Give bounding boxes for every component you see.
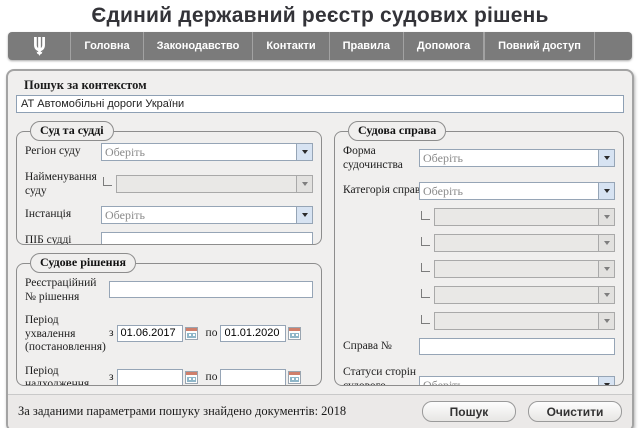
party-status-label: Статуси сторін судового процесу — [343, 364, 419, 386]
clear-button[interactable]: Очистити — [528, 401, 622, 422]
case-subcategory-select-5 — [434, 312, 615, 330]
subitem-l-icon — [103, 177, 112, 186]
case-subcategory-select-1 — [434, 208, 615, 226]
judge-name-label: ПІБ судді — [25, 232, 101, 245]
dropdown-arrow-icon — [598, 235, 614, 251]
court-name-label: Найменування суду — [25, 169, 101, 198]
nav-item-contacts[interactable]: Контакти — [253, 32, 328, 60]
row-case-category: Категорія справи Оберіть — [343, 182, 615, 200]
case-number-label: Справа № — [343, 338, 419, 355]
date-to-label: по — [206, 327, 218, 339]
row-receipt-period: Період надходження з по — [25, 363, 313, 386]
dropdown-arrow-icon — [598, 209, 614, 225]
dropdown-arrow-icon — [296, 176, 312, 192]
results-count-text: За заданими параметрами пошуку знайдено … — [18, 404, 410, 419]
calendar-icon[interactable] — [288, 371, 301, 384]
subitem-l-icon — [421, 263, 430, 272]
fieldset-case-legend: Судова справа — [348, 121, 446, 141]
row-court-instance: Інстанція Оберіть — [25, 206, 313, 224]
nav-item-rules[interactable]: Правила — [330, 32, 403, 60]
adoption-from-input[interactable] — [117, 325, 183, 342]
date-from-label: з — [109, 327, 114, 339]
nav-tail — [595, 32, 632, 60]
proceeding-form-select[interactable]: Оберіть — [419, 149, 615, 167]
row-court-region: Регіон суду Оберіть — [25, 143, 313, 161]
row-case-number: Справа № — [343, 338, 615, 355]
dropdown-arrow-icon — [296, 207, 312, 223]
fieldset-decision-legend: Судове рішення — [30, 253, 136, 273]
date-to-label: по — [206, 371, 218, 383]
row-party-status: Статуси сторін судового процесу Оберіть — [343, 364, 615, 386]
nav-item-home[interactable]: Головна — [71, 32, 142, 60]
dropdown-arrow-icon — [598, 183, 614, 199]
dropdown-arrow-icon — [598, 287, 614, 303]
fieldset-court: Суд та судді Регіон суду Оберіть Наймену… — [16, 121, 322, 245]
context-search-input[interactable] — [16, 95, 624, 113]
nav-item-full-access[interactable]: Повний доступ — [485, 32, 594, 60]
row-court-name: Найменування суду — [25, 169, 313, 198]
subitem-l-icon — [421, 211, 430, 220]
adoption-to-input[interactable] — [220, 325, 286, 342]
court-instance-label: Інстанція — [25, 206, 101, 224]
receipt-period-label: Період надходження — [25, 363, 109, 386]
case-subcategory-select-3 — [434, 260, 615, 278]
nav-item-help[interactable]: Допомога — [404, 32, 483, 60]
page-title: Єдиний державний реєстр судових рішень — [0, 0, 640, 28]
row-case-subcategory — [343, 312, 615, 330]
adoption-period-label: Період ухвалення (постановлення) — [25, 312, 109, 355]
calendar-icon[interactable] — [185, 371, 198, 384]
fieldset-decision: Судове рішення Реєстраційний № рішення П… — [16, 253, 322, 386]
court-region-select[interactable]: Оберіть — [101, 143, 313, 161]
receipt-to-input[interactable] — [220, 369, 286, 386]
party-status-select[interactable]: Оберіть — [419, 376, 615, 386]
calendar-icon[interactable] — [185, 327, 198, 340]
results-bar: За заданими параметрами пошуку знайдено … — [8, 394, 632, 428]
case-subcategory-select-2 — [434, 234, 615, 252]
dropdown-arrow-icon — [598, 261, 614, 277]
case-number-input[interactable] — [419, 338, 615, 355]
row-case-subcategory — [343, 286, 615, 304]
nav-item-legislation[interactable]: Законодавство — [144, 32, 253, 60]
dropdown-arrow-icon — [598, 150, 614, 166]
row-judge-name: ПІБ судді — [25, 232, 313, 245]
judge-name-input[interactable] — [101, 232, 313, 245]
row-case-subcategory — [343, 208, 615, 226]
proceeding-form-label: Форма судочинства — [343, 143, 419, 172]
row-proceeding-form: Форма судочинства Оберіть — [343, 143, 615, 172]
row-case-subcategory — [343, 260, 615, 278]
context-search-label: Пошук за контекстом — [24, 78, 624, 93]
court-region-label: Регіон суду — [25, 143, 101, 161]
court-name-select — [116, 175, 313, 193]
dropdown-arrow-icon — [598, 377, 614, 386]
subitem-l-icon — [421, 315, 430, 324]
row-adoption-period: Період ухвалення (постановлення) з по — [25, 312, 313, 355]
trident-logo-icon[interactable] — [8, 32, 70, 60]
case-subcategory-select-4 — [434, 286, 615, 304]
dropdown-arrow-icon — [598, 313, 614, 329]
fieldset-court-legend: Суд та судді — [30, 121, 114, 141]
reg-number-label: Реєстраційний № рішення — [25, 275, 109, 304]
court-instance-select[interactable]: Оберіть — [101, 206, 313, 224]
search-button[interactable]: Пошук — [422, 401, 516, 422]
row-reg-number: Реєстраційний № рішення — [25, 275, 313, 304]
reg-number-input[interactable] — [109, 281, 313, 298]
subitem-l-icon — [421, 289, 430, 298]
row-case-subcategory — [343, 234, 615, 252]
case-category-label: Категорія справи — [343, 182, 419, 200]
receipt-from-input[interactable] — [117, 369, 183, 386]
date-from-label: з — [109, 371, 114, 383]
fieldset-case: Судова справа Форма судочинства Оберіть … — [334, 121, 624, 386]
case-category-select[interactable]: Оберіть — [419, 182, 615, 200]
dropdown-arrow-icon — [296, 144, 312, 160]
calendar-icon[interactable] — [288, 327, 301, 340]
main-nav: Головна Законодавство Контакти Правила Д… — [8, 32, 632, 60]
search-panel: Пошук за контекстом Суд та судді Регіон … — [6, 69, 634, 428]
subitem-l-icon — [421, 237, 430, 246]
